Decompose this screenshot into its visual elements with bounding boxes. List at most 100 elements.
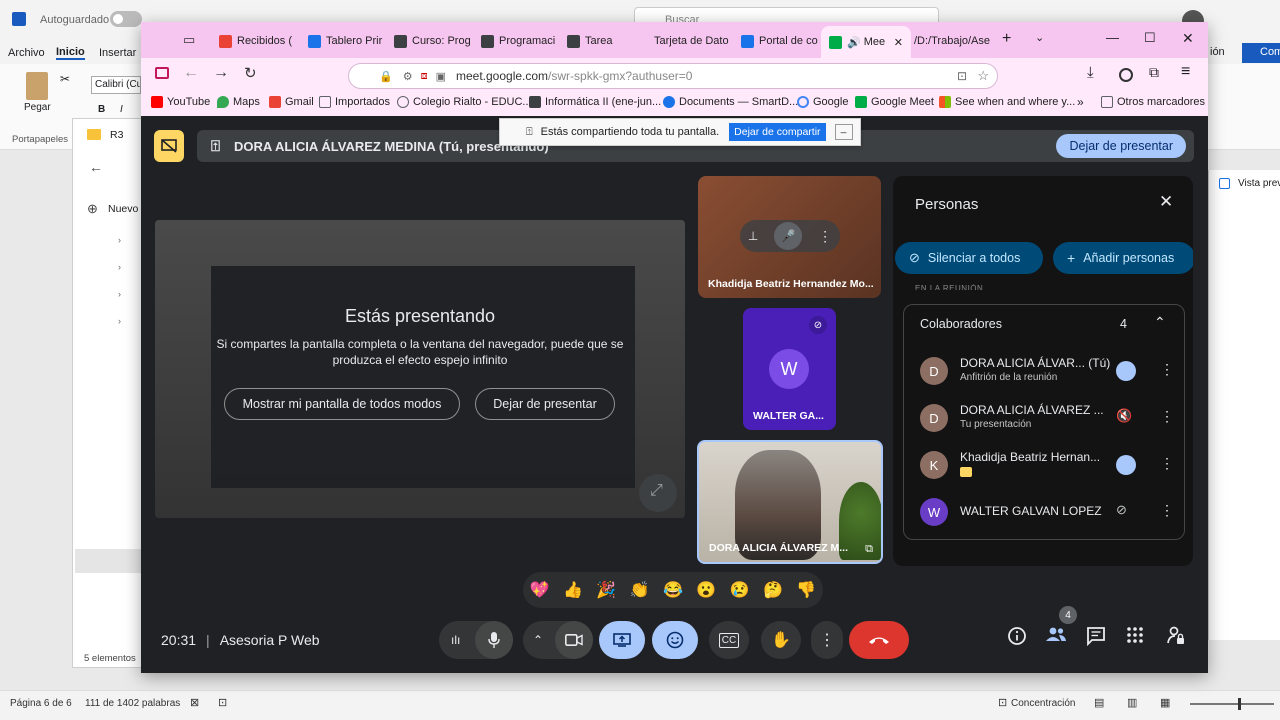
tree-chevron-icon[interactable]: › — [118, 235, 121, 245]
notice-minimize-icon[interactable]: _ — [834, 124, 853, 140]
mic-button[interactable] — [475, 621, 513, 659]
print-layout-icon[interactable]: ▥ — [1127, 696, 1137, 709]
bookmark-google[interactable]: Google — [797, 96, 848, 108]
reaction-sad[interactable]: 😢 — [730, 580, 750, 600]
raise-hand-button[interactable]: ✋ — [761, 621, 801, 659]
font-name-box[interactable]: Calibri (Cu — [91, 76, 141, 94]
word-tab-insertar[interactable]: Insertar — [99, 47, 136, 59]
participant-tile-self[interactable]: DORA ALICIA ÁLVAREZ M... ⧉ — [697, 440, 883, 564]
bookmark-rialto[interactable]: Colegio Rialto - EDUC... — [397, 96, 532, 108]
camera-button[interactable] — [555, 621, 593, 659]
collapse-chevron-icon[interactable]: ⌃ — [1154, 314, 1166, 331]
bookmark-informatica[interactable]: Informática II (ene-jun... — [529, 96, 661, 108]
camera-options-chevron-icon[interactable]: ⌃ — [533, 633, 543, 647]
new-tab-plus-icon[interactable]: + — [1002, 30, 1011, 48]
downloads-icon[interactable]: ⤓ — [1087, 64, 1094, 81]
permissions-icon[interactable]: ⚙ — [403, 70, 413, 83]
bookmark-other[interactable]: Otros marcadores — [1101, 96, 1205, 108]
browser-tab[interactable]: Portal de co — [741, 28, 823, 54]
person-more-icon[interactable]: ⋮ — [1160, 361, 1180, 381]
proofing-icon[interactable]: ⊠ — [190, 696, 199, 709]
tab-overview-icon[interactable]: ▭ — [183, 32, 195, 48]
nav-back-icon[interactable]: ← — [183, 64, 199, 82]
browser-tab-active[interactable]: 🔊 Mee ✕ — [821, 26, 911, 58]
bookmark-youtube[interactable]: YouTube — [151, 96, 210, 108]
nav-forward-icon[interactable]: → — [213, 64, 229, 82]
more-bookmarks-icon[interactable]: » — [1077, 95, 1084, 109]
bold-icon[interactable]: B — [98, 104, 105, 115]
browser-tab[interactable]: /D:/Trabajo/Ase — [914, 28, 992, 54]
activities-button[interactable] — [1126, 626, 1150, 650]
back-arrow-icon[interactable]: ← — [89, 159, 103, 175]
bookmark-star-icon[interactable]: ☆ — [977, 68, 989, 84]
present-screen-button[interactable] — [599, 621, 645, 659]
reaction-party[interactable]: 🎉 — [596, 580, 616, 600]
bookmark-google-meet[interactable]: Google Meet — [855, 96, 934, 108]
read-mode-icon[interactable]: ▤ — [1094, 696, 1104, 709]
browser-tab[interactable]: Recibidos ( — [219, 28, 303, 54]
new-plus-icon[interactable]: ⊕ — [87, 201, 98, 217]
reaction-thumbs-down[interactable]: 👎 — [796, 580, 816, 600]
bookmark-maps[interactable]: Maps — [217, 96, 260, 108]
chat-button[interactable] — [1086, 626, 1110, 650]
view-preview-icon[interactable] — [1219, 178, 1230, 189]
paste-icon[interactable] — [26, 72, 48, 100]
reaction-thinking[interactable]: 🤔 — [763, 580, 783, 600]
extensions-icon[interactable]: ⧉ — [1149, 64, 1159, 81]
window-minimize-icon[interactable]: — — [1106, 30, 1119, 45]
participant-tile-khadidja[interactable]: ⊥ 🎤 ⋮ Khadidja Beatriz Hernandez Mo... — [698, 176, 881, 298]
paste-label[interactable]: Pegar — [24, 102, 51, 113]
bookmark-documents[interactable]: Documents — SmartD... — [663, 96, 798, 108]
browser-tab[interactable]: Tarea — [567, 28, 651, 54]
meeting-details-button[interactable] — [1007, 626, 1031, 650]
word-tab-inicio[interactable]: Inicio — [56, 46, 85, 60]
show-anyway-button[interactable]: Mostrar mi pantalla de todos modos — [224, 388, 460, 420]
more-options-icon[interactable]: ⋮ — [818, 228, 832, 245]
screen-share-indicator-icon[interactable]: ⧈ — [421, 70, 428, 83]
tree-chevron-icon[interactable]: › — [118, 262, 121, 272]
reaction-surprised[interactable]: 😮 — [696, 580, 716, 600]
cut-icon[interactable]: ✂ — [60, 72, 70, 86]
add-people-button[interactable]: + Añadir personas — [1053, 242, 1193, 274]
tree-chevron-icon[interactable]: › — [118, 316, 121, 326]
more-options-button[interactable]: ⋮ — [811, 621, 843, 659]
tab-close-icon[interactable]: ✕ — [894, 36, 903, 49]
reaction-heart[interactable]: 💖 — [530, 580, 550, 600]
tree-chevron-icon[interactable]: › — [118, 289, 121, 299]
browser-tab[interactable]: Tablero Prir — [308, 28, 398, 54]
status-focus[interactable]: Concentración — [1011, 698, 1075, 709]
pin-icon[interactable]: ⊥ — [748, 229, 758, 243]
browser-tab[interactable]: Programaci — [481, 28, 565, 54]
reaction-thumbs-up[interactable]: 👍 — [563, 580, 583, 600]
side-panel-icon[interactable] — [155, 67, 169, 79]
web-layout-icon[interactable]: ▦ — [1160, 696, 1170, 709]
reload-icon[interactable]: ↻ — [244, 64, 257, 82]
reactions-button[interactable] — [652, 621, 698, 659]
mute-participant-icon[interactable]: 🎤 — [774, 222, 803, 250]
reaction-laugh[interactable]: 😂 — [663, 580, 683, 600]
bookmark-see-when[interactable]: See when and where y... — [939, 96, 1075, 108]
participant-tile-walter[interactable]: ⊘ W WALTER GA... — [743, 308, 836, 430]
bookmark-gmail[interactable]: Gmail — [269, 96, 314, 108]
status-page[interactable]: Página 6 de 6 — [10, 698, 72, 709]
person-row[interactable]: W WALTER GALVAN LOPEZ ⊘ ⋮ — [920, 492, 1182, 532]
accessibility-icon[interactable]: ⊡ — [218, 696, 227, 709]
person-more-icon[interactable]: ⋮ — [1160, 455, 1180, 475]
reaction-clap[interactable]: 👏 — [630, 580, 650, 600]
account-icon[interactable] — [1119, 68, 1133, 82]
stop-sharing-button[interactable]: Dejar de compartir — [729, 123, 826, 141]
zoom-slider[interactable] — [1190, 698, 1274, 710]
person-row[interactable]: K Khadidja Beatriz Hernan... ⋮ — [920, 445, 1182, 485]
explorer-selected-row[interactable] — [75, 549, 151, 573]
person-row[interactable]: D DORA ALICIA ÁLVAREZ ... Tu presentació… — [920, 398, 1182, 438]
tab-audio-icon[interactable]: 🔊 — [847, 36, 861, 49]
captions-button[interactable]: CC — [709, 621, 749, 659]
person-more-icon[interactable]: ⋮ — [1160, 502, 1180, 522]
tab-list-chevron-icon[interactable]: ⌄ — [1035, 31, 1044, 44]
word-tab-archivo[interactable]: Archivo — [8, 47, 45, 59]
focus-icon[interactable]: ⊡ — [998, 696, 1007, 709]
explorer-new-label[interactable]: Nuevo — [108, 203, 138, 215]
expand-tile-button[interactable]: ⤢ — [639, 474, 677, 512]
address-bar[interactable]: 🔒 ⚙ ⧈ ▣ meet.google.com /swr-spkk-gmx?au… — [348, 63, 998, 89]
stop-presenting-tile-button[interactable]: Dejar de presentar — [475, 388, 615, 420]
